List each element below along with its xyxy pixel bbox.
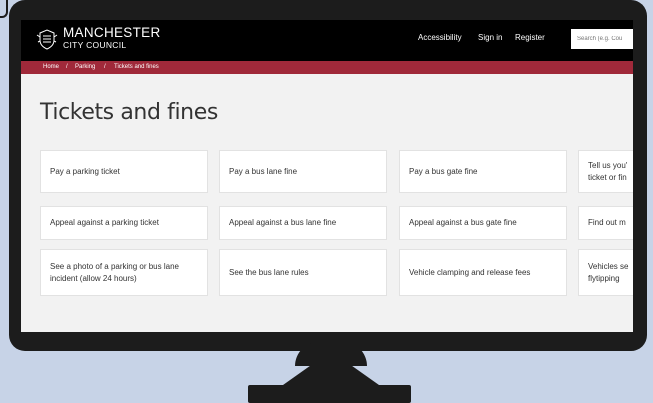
page-title: Tickets and fines: [40, 100, 218, 125]
breadcrumb-parking-link[interactable]: Parking: [75, 63, 95, 72]
monitor-edge-mark: [0, 0, 8, 18]
breadcrumb-home-link[interactable]: Home: [43, 63, 59, 72]
browser-viewport: MANCHESTER CITY COUNCIL Accessibility Si…: [21, 20, 633, 332]
search-input[interactable]: [571, 29, 633, 49]
card-clamping-release-fees[interactable]: Vehicle clamping and release fees: [399, 249, 567, 296]
card-tell-us-ticket[interactable]: Tell us you' ticket or fin: [578, 150, 633, 193]
breadcrumb-separator: /: [104, 64, 106, 70]
card-pay-bus-lane-fine[interactable]: Pay a bus lane fine: [219, 150, 387, 193]
nav-accessibility-link[interactable]: Accessibility: [418, 33, 462, 42]
logo-title[interactable]: MANCHESTER: [63, 26, 161, 40]
card-appeal-bus-lane-fine[interactable]: Appeal against a bus lane fine: [219, 206, 387, 240]
monitor-stand-base: [248, 385, 411, 403]
card-appeal-parking-ticket[interactable]: Appeal against a parking ticket: [40, 206, 208, 240]
nav-register-link[interactable]: Register: [515, 33, 545, 42]
card-see-incident-photo[interactable]: See a photo of a parking or bus lane inc…: [40, 249, 208, 296]
card-pay-parking-ticket[interactable]: Pay a parking ticket: [40, 150, 208, 193]
nav-sign-in-link[interactable]: Sign in: [478, 33, 502, 42]
logo-subtitle[interactable]: CITY COUNCIL: [63, 40, 126, 50]
card-find-out-more[interactable]: Find out m: [578, 206, 633, 240]
card-pay-bus-gate-fine[interactable]: Pay a bus gate fine: [399, 150, 567, 193]
breadcrumb-separator: /: [66, 64, 68, 70]
card-vehicles-flytipping[interactable]: Vehicles se flytipping: [578, 249, 633, 296]
card-appeal-bus-gate-fine[interactable]: Appeal against a bus gate fine: [399, 206, 567, 240]
breadcrumb: Home / Parking / Tickets and fines: [21, 61, 633, 74]
site-header: MANCHESTER CITY COUNCIL Accessibility Si…: [21, 20, 633, 61]
city-crest-icon: [36, 29, 58, 50]
card-bus-lane-rules[interactable]: See the bus lane rules: [219, 249, 387, 296]
breadcrumb-current: Tickets and fines: [114, 64, 159, 70]
monitor-stand-neck-top: [295, 342, 367, 366]
